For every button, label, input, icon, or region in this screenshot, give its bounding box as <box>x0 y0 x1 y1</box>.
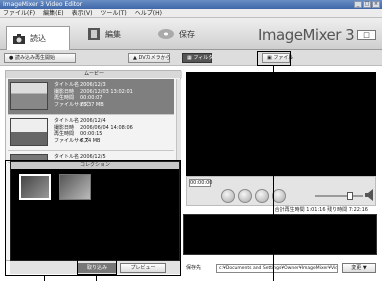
item-size: 28.37 MB <box>80 101 104 108</box>
change-location-label: 変更 <box>351 265 362 271</box>
tab-edit-label: 編集 <box>105 29 121 39</box>
change-location-button[interactable]: 変更 ▼ <box>342 263 376 273</box>
menu-view[interactable]: 表示(V) <box>72 9 93 17</box>
menu-bar: ファイル(F) 編集(E) 表示(V) ツール(T) ヘルプ(H) <box>0 9 382 18</box>
callout-file-button <box>257 51 291 66</box>
list-item[interactable]: タイトル名 2006/12/3 撮影日時 2006/12/03 13:02:01 再… <box>8 79 174 115</box>
timeline-panel <box>183 214 377 255</box>
video-preview <box>186 72 376 176</box>
item-meta: タイトル名 2006/12/3 撮影日時 2006/12/03 13:02:01 再… <box>54 82 133 108</box>
item-size: 6.74 MB <box>80 137 101 144</box>
window-controls: _ □ × <box>354 1 380 8</box>
filter-label: フィルタ <box>193 55 214 61</box>
timecode-display: 00:00:00 <box>189 179 213 187</box>
dropdown-arrow-icon: ▼ <box>362 265 367 271</box>
menu-help[interactable]: ヘルプ(H) <box>135 9 162 17</box>
import-start-button[interactable]: ● 読み込み再生開始 <box>4 53 76 63</box>
volume-knob[interactable] <box>347 192 353 200</box>
menu-edit[interactable]: 編集(E) <box>43 9 63 17</box>
menu-file[interactable]: ファイル(F) <box>3 9 35 17</box>
video-thumbnail <box>10 82 48 110</box>
callout-add-button <box>77 258 117 275</box>
video-thumbnail <box>10 118 48 146</box>
callout-line <box>96 275 97 281</box>
play-button[interactable] <box>238 189 252 203</box>
maximize-icon[interactable]: □ <box>363 1 371 8</box>
brand-logo: ImageMixer 3 <box>258 26 355 44</box>
speaker-icon <box>365 189 373 201</box>
save-location-label: 保存先 <box>186 265 202 271</box>
tab-import-label: 読込 <box>30 34 46 43</box>
movie-list-header: ムービー <box>6 71 182 78</box>
forward-button[interactable] <box>272 189 286 203</box>
save-path-field[interactable]: c:¥Documents and Settings¥Owner¥ImageMix… <box>216 264 338 273</box>
mode-bar: 読込 編集 保存 ImageMixer 3 □ <box>0 18 382 50</box>
tab-save-label: 保存 <box>179 29 195 39</box>
volume-slider[interactable] <box>315 192 363 200</box>
callout-line <box>273 66 274 281</box>
item-meta: タイトル名 2006/12/4 撮影日時 2006/06/04 14:08:06 再… <box>54 118 133 144</box>
save-location-bar: 保存先 c:¥Documents and Settings¥Owner¥Imag… <box>186 262 376 274</box>
tab-edit[interactable]: 編集 <box>82 23 127 45</box>
rewind-button[interactable] <box>221 189 235 203</box>
brand-badge-icon: □ <box>357 30 376 40</box>
tab-save[interactable]: 保存 <box>152 23 201 45</box>
camera-icon <box>13 33 25 44</box>
import-toolbar: ● 読み込み再生開始 ▲ DVカメラから ▦ フィルタ ▣ ファイル <box>0 50 382 66</box>
callout-line <box>44 276 45 281</box>
camera-small-icon: ▲ <box>133 55 137 61</box>
tab-import[interactable]: 読込 <box>6 26 70 50</box>
stop-button[interactable] <box>255 189 269 203</box>
window-title: ImageMixer 3 Video Editor <box>3 1 83 8</box>
film-icon <box>88 28 100 40</box>
filter-button[interactable]: ▦ フィルタ <box>182 53 214 63</box>
close-icon[interactable]: × <box>372 1 380 8</box>
playback-controls: 00:00:00 <box>186 176 376 206</box>
menu-tools[interactable]: ツール(T) <box>100 9 126 17</box>
minimize-icon[interactable]: _ <box>354 1 362 8</box>
dv-camera-button[interactable]: ▲ DVカメラから <box>128 53 171 63</box>
import-start-label: 読み込み再生開始 <box>14 55 55 61</box>
disc-icon <box>158 29 174 39</box>
total-duration: 合計再生時間 1:01:16 残り時間 7:22:16 <box>274 207 368 213</box>
list-item[interactable]: タイトル名 2006/12/4 撮影日時 2006/06/04 14:08:06 再… <box>8 115 174 151</box>
play-icon: ● <box>9 55 14 61</box>
window-title-bar: ImageMixer 3 Video Editor _ □ × <box>0 0 382 9</box>
dv-camera-label: DVカメラから <box>138 55 171 61</box>
filter-icon: ▦ <box>187 55 192 61</box>
